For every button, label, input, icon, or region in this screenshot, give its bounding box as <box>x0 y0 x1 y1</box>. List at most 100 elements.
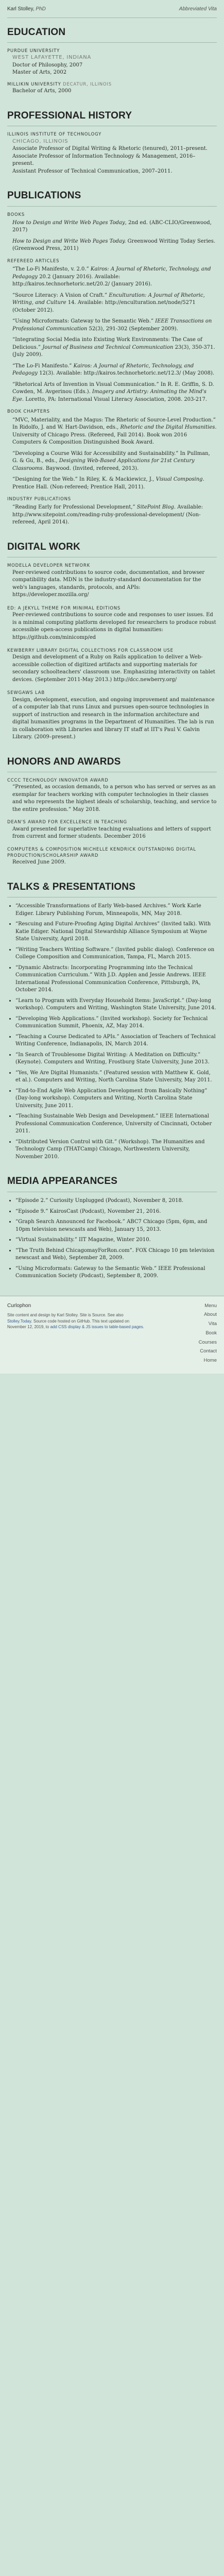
digital-work-heading: DIGITAL WORK <box>7 541 81 552</box>
articles-list: “The Lo-Fi Manifesto, v. 2.0.” Kairos: A… <box>7 266 217 403</box>
chapters-list: “MVC, Materiality, and the Magus: The Rh… <box>7 417 217 492</box>
digital-work-item-description: Design and development of a Ruby on Rail… <box>12 654 215 683</box>
media-item: “Graph Search Announced for Facebook.” A… <box>15 1218 217 1233</box>
digital-work-item: SEWGAWS LAB Design, development, executio… <box>7 690 217 741</box>
book-item-title: How to Design and Write Web Pages Today. <box>12 238 126 244</box>
article-item: “Rhetorical Arts of Invention in Visual … <box>12 381 217 404</box>
degree-line: Doctor of Philosophy, 2007 <box>12 62 83 68</box>
talks-heading: TALKS & PRESENTATIONS <box>7 881 136 892</box>
talk-item: “Teaching a Course Dedicated to APIs.” A… <box>15 1033 217 1048</box>
article-item-pre: “The Lo-Fi Manifesto, v. 2.0.” <box>12 266 91 273</box>
digital-work-item: MODELLA DEVELOPER NETWORK Peer-reviewed c… <box>7 563 217 599</box>
chapter-item: “MVC, Materiality, and the Magus: The Rh… <box>12 417 217 447</box>
honors-heading: HONORS AND AWARDS <box>7 756 121 767</box>
site-name[interactable]: Karl Stolley, PhD <box>7 6 46 13</box>
digital-work-list: MODELLA DEVELOPER NETWORK Peer-reviewed c… <box>7 563 217 741</box>
footer: Curlophon Site content and design by Kar… <box>0 1295 224 1374</box>
education-heading: EDUCATION <box>7 26 66 38</box>
article-item: “Integrating Social Media into Existing … <box>12 336 217 359</box>
industry-item-pre: “Reading Early for Professional Developm… <box>12 504 137 511</box>
talk-item: “Learn to Program with Everyday Househol… <box>15 997 217 1012</box>
education-entry: PURDUE UNIVERSITY WEST LAFAYETTE, INDIAN… <box>7 48 217 77</box>
chapters-subheading: BOOK CHAPTERS <box>7 409 50 415</box>
school-name: PURDUE UNIVERSITY <box>7 48 60 54</box>
footer-link-stolley-today[interactable]: Stolley.Today <box>7 1319 31 1324</box>
article-item-pre: “The Lo-Fi Manifesto.” <box>12 363 74 369</box>
chapter-item-details: . Baywood. (Invited, refereed, 2013). <box>42 465 139 471</box>
talk-item: “End-to-End Agile Web Application Develo… <box>15 1088 217 1110</box>
award-item-title: DEAN'S AWARD FOR EXCELLENCE IN TEACHING <box>7 820 127 825</box>
article-item-details: 52(3), 291-302 (September 2009). <box>87 326 178 332</box>
books-subheading: BOOKS <box>7 212 25 217</box>
talk-item: “In Search of Troublesome Digital Writin… <box>15 1052 217 1066</box>
articles-subheading: REFEREED ARTICLES <box>7 258 60 264</box>
article-item-pre: “Using Microformats: Gateway to the Sema… <box>12 318 156 325</box>
school-location: WEST LAFAYETTE, INDIANA <box>12 55 92 61</box>
footer-nav-item[interactable]: Home <box>199 1357 217 1364</box>
award-item-description: Received June 2009. <box>12 859 66 866</box>
digital-work-item: ED: A JEKYLL THEME FOR MINIMAL EDITIONS P… <box>7 605 217 641</box>
talk-item: “Yes, We Are Digital Humanists.” (Featur… <box>15 1070 217 1084</box>
chapter-item-title: Rhetoric and the Digital Humanities <box>120 425 215 431</box>
article-item: “Source Literacy: A Vision of Craft.” En… <box>12 292 217 315</box>
footer-nav-item[interactable]: Vita <box>199 1320 217 1328</box>
footer-nav-item[interactable]: About <box>199 1311 217 1318</box>
media-item: “The Truth Behind ChicagomayForRon.com”.… <box>15 1247 217 1262</box>
media-item: “Using Microformats: Gateway to the Sema… <box>15 1265 217 1280</box>
footer-nav: Menu About Vita Book Courses Contact Home <box>199 1302 217 1366</box>
digital-work-item-title: MODELLA DEVELOPER NETWORK <box>7 563 90 569</box>
award-item: DEAN'S AWARD FOR EXCELLENCE IN TEACHING A… <box>7 819 217 840</box>
top-bar: Karl Stolley, PhD Abbreviated Vita <box>0 0 224 16</box>
digital-work-item-title: ED: A JEKYLL THEME FOR MINIMAL EDITIONS <box>7 605 121 611</box>
article-item: “The Lo-Fi Manifesto, v. 2.0.” Kairos: A… <box>12 266 217 289</box>
digital-work-item-description: Design, development, execution, and ongo… <box>12 697 215 740</box>
award-item: COMPUTERS & COMPOSITION MICHELLE KENDRIC… <box>7 846 217 867</box>
main-content: EDUCATION PURDUE UNIVERSITY WEST LAFAYET… <box>0 25 224 1280</box>
industry-item: “Reading Early for Professional Developm… <box>12 504 217 527</box>
position-line: Assistant Professor of Technical Communi… <box>12 168 173 174</box>
talk-item: “Writing Teachers Writing Software.” (In… <box>15 946 217 961</box>
media-item: “Virtual Sustainability.” IIT Magazine, … <box>15 1236 217 1244</box>
industry-list: “Reading Early for Professional Developm… <box>7 504 217 527</box>
footer-nav-item[interactable]: Book <box>199 1330 217 1337</box>
book-item: How to Design and Write Web Pages Today,… <box>12 219 217 234</box>
footer-nav-item[interactable]: Menu <box>199 1302 217 1310</box>
article-item-title: Journal of Business and Technical Commun… <box>42 344 174 350</box>
talk-item: “Rescuing and Future-Proofing Aging Digi… <box>15 921 217 943</box>
footer-nav-item[interactable]: Contact <box>199 1348 217 1355</box>
school-location: DECATUR, ILLINOIS <box>63 81 112 87</box>
award-item: CCCC TECHNOLOGY INNOVATOR AWARD “Presente… <box>7 777 217 814</box>
education-entry: MILLIKIN UNIVERSITY DECATUR, ILLINOIS Ba… <box>7 81 217 95</box>
award-item-title: CCCC TECHNOLOGY INNOVATOR AWARD <box>7 778 109 784</box>
footer-text: Site content and design by Karl Stolley.… <box>7 1313 144 1330</box>
publications-heading: PUBLICATIONS <box>7 190 81 201</box>
site-name-text[interactable]: Karl Stolley, <box>7 6 35 12</box>
chapter-item: “Designing for the Web.” In Riley, K. & … <box>12 476 217 491</box>
footer-nav-item[interactable]: Courses <box>199 1339 217 1346</box>
chapter-item-title: Visual Composing <box>156 477 203 483</box>
honors-list: CCCC TECHNOLOGY INNOVATOR AWARD “Presente… <box>7 777 217 867</box>
abbreviated-vita-link[interactable]: Abbreviated Vita <box>179 6 217 13</box>
book-item: How to Design and Write Web Pages Today.… <box>12 238 217 253</box>
article-item-pre: “Source Literacy: A Vision of Craft.” <box>12 292 109 298</box>
talk-item: “Developing Web Applications.” (Invited … <box>15 1015 217 1030</box>
digital-work-item-description: Peer-reviewed contributions to source co… <box>12 569 205 598</box>
history-heading: PROFESSIONAL HISTORY <box>7 110 132 121</box>
education-list: PURDUE UNIVERSITY WEST LAFAYETTE, INDIAN… <box>7 48 217 95</box>
award-item-description: Award presented for superlative teaching… <box>12 826 211 840</box>
digital-work-item-title: KEWBERRY LIBRARY DIGITAL COLLECTIONS FOR… <box>7 648 174 653</box>
award-item-description: “Presented, as occasion demands, to a pe… <box>12 784 217 812</box>
article-item: “Using Microformats: Gateway to the Sema… <box>12 318 217 333</box>
position-line: Associate Professor of Information Techn… <box>12 153 196 167</box>
digital-work-item-title: SEWGAWS LAB <box>7 690 45 696</box>
school-heading: MILLIKIN UNIVERSITY DECATUR, ILLINOIS <box>7 81 217 88</box>
media-heading: MEDIA APPEARANCES <box>7 1176 118 1187</box>
digital-work-item: KEWBERRY LIBRARY DIGITAL COLLECTIONS FOR… <box>7 648 217 684</box>
talk-item: “Distributed Version Control with Git.” … <box>15 1139 217 1161</box>
talk-item: “Dynamic Abstracts: Incorporating Progra… <box>15 964 217 994</box>
talks-list: “Accessible Transformations of Early Web… <box>7 903 217 1161</box>
employer-location: CHICAGO, ILLINOIS <box>12 138 68 144</box>
site-name-suffix[interactable]: PhD <box>36 6 45 12</box>
footer-link-update[interactable]: add CSS display & JS issues to table-bas… <box>50 1325 143 1329</box>
footer-info: Curlophon Site content and design by Kar… <box>7 1302 146 1366</box>
